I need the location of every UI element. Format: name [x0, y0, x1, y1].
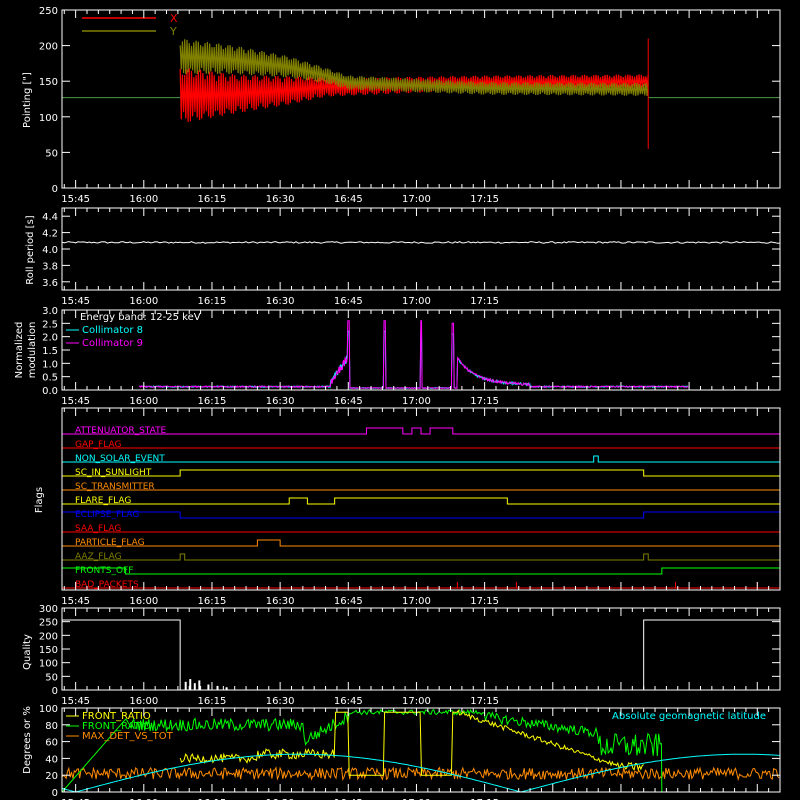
x-tick-label: 15:45 — [61, 296, 90, 307]
y-tick-label: 100 — [39, 704, 58, 715]
y-tick-label: 0.0 — [42, 386, 58, 397]
y-tick-label: 2.5 — [42, 319, 58, 330]
legend-label-x: X — [170, 12, 178, 25]
y-tick-label: 0.5 — [42, 373, 58, 384]
y-tick-label: 4.0 — [42, 245, 58, 256]
y-tick-label: 50 — [45, 672, 58, 683]
y-tick-label: 1.0 — [42, 359, 58, 370]
x-tick-label: 15:45 — [61, 396, 90, 407]
y-tick-label: 4.2 — [42, 229, 58, 240]
quality-bump — [193, 683, 196, 690]
x-tick-label: 17:00 — [402, 696, 431, 707]
x-tick-label: 16:30 — [266, 194, 295, 205]
x-tick-label: 15:45 — [61, 194, 90, 205]
x-tick-label: 16:00 — [129, 696, 158, 707]
x-tick-label: 15:45 — [61, 596, 90, 607]
x-tick-label: 16:45 — [334, 396, 363, 407]
y-tick-label: 20 — [45, 771, 58, 782]
y-tick-label: 100 — [39, 113, 58, 124]
x-tick-label: 16:00 — [129, 596, 158, 607]
y-tick-label: 4.4 — [42, 212, 58, 223]
figure-background — [0, 0, 800, 800]
y-tick-label: 80 — [45, 721, 58, 732]
x-tick-label: 16:45 — [334, 696, 363, 707]
y-tick-label: 100 — [39, 659, 58, 670]
legend-collimator-9: Collimator 9 — [82, 338, 143, 349]
degrees-ylabel: Degrees or % — [22, 706, 33, 774]
x-tick-label: 17:15 — [470, 596, 499, 607]
x-tick-label: 17:00 — [402, 194, 431, 205]
x-tick-label: 16:30 — [266, 596, 295, 607]
flags-ylabel: Flags — [34, 487, 45, 513]
y-tick-label: 250 — [39, 618, 58, 629]
quality-bump — [216, 685, 219, 690]
x-tick-label: 16:45 — [334, 194, 363, 205]
y-tick-label: 150 — [39, 77, 58, 88]
x-tick-label: 15:45 — [61, 696, 90, 707]
y-tick-label: 50 — [45, 148, 58, 159]
figure: X Y Pointing ["] 15:45 16:00 16:15 16:30 16:… — [0, 0, 800, 800]
legend-label-y: Y — [169, 25, 177, 38]
x-tick-label: 17:00 — [402, 296, 431, 307]
x-tick-label: 16:15 — [198, 194, 227, 205]
x-tick-label: 16:45 — [334, 596, 363, 607]
x-tick-label: 17:00 — [402, 396, 431, 407]
y-tick-label: 3.0 — [42, 306, 58, 317]
x-tick-label: 16:15 — [198, 296, 227, 307]
x-tick-label: 17:15 — [470, 696, 499, 707]
quality-bump — [198, 680, 201, 690]
y-tick-label: 0 — [52, 184, 58, 195]
x-tick-label: 16:15 — [198, 596, 227, 607]
y-tick-label: 60 — [45, 738, 58, 749]
x-tick-label: 16:15 — [198, 396, 227, 407]
x-tick-label: 16:45 — [334, 296, 363, 307]
modulation-ylabel-line1: Normalized — [14, 322, 25, 379]
x-tick-label: 16:15 — [198, 696, 227, 707]
x-tick-label: 16:30 — [266, 296, 295, 307]
legend-collimator-8: Collimator 8 — [82, 325, 143, 336]
x-tick-label: 17:15 — [470, 194, 499, 205]
x-tick-label: 17:00 — [402, 596, 431, 607]
y-tick-label: 200 — [39, 631, 58, 642]
roll-period-ylabel: Roll period [s] — [25, 215, 36, 284]
x-tick-label: 16:30 — [266, 696, 295, 707]
modulation-ylabel-line2: modulation — [27, 322, 38, 379]
y-tick-label: 3.8 — [42, 261, 58, 272]
quality-bump — [207, 684, 210, 690]
legend-max-det-vs-tot: MAX_DET_VS_TOT — [82, 731, 174, 742]
y-tick-label: 0 — [52, 686, 58, 697]
y-tick-label: 300 — [39, 604, 58, 615]
x-tick-label: 17:15 — [470, 296, 499, 307]
y-tick-label: 2.0 — [42, 333, 58, 344]
y-tick-label: 250 — [39, 6, 58, 17]
y-tick-label: 0 — [52, 788, 58, 799]
y-tick-label: 40 — [45, 754, 58, 765]
y-tick-label: 150 — [39, 645, 58, 656]
y-tick-label: 1.5 — [42, 346, 58, 357]
x-tick-label: 16:30 — [266, 396, 295, 407]
x-tick-label: 16:00 — [129, 396, 158, 407]
x-tick-label: 16:00 — [129, 194, 158, 205]
pointing-ylabel: Pointing ["] — [22, 72, 33, 128]
quality-ylabel: Quality — [22, 634, 33, 670]
y-tick-label: 3.6 — [42, 278, 58, 289]
x-tick-label: 17:15 — [470, 396, 499, 407]
quality-bump — [184, 681, 187, 690]
x-tick-label: 16:00 — [129, 296, 158, 307]
y-tick-label: 200 — [39, 42, 58, 53]
